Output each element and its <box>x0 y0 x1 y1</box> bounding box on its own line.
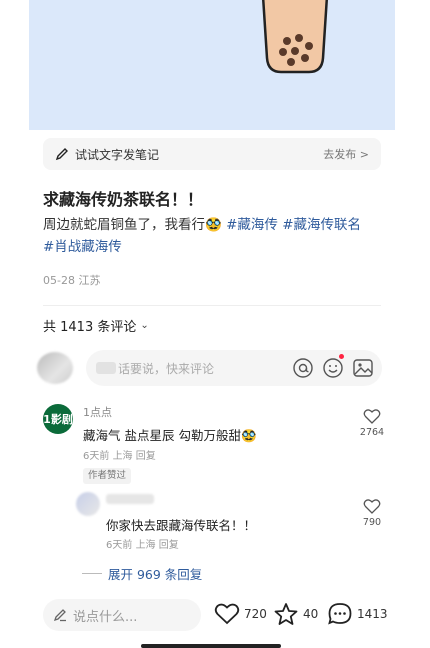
note-location: 江苏 <box>78 274 101 287</box>
reply-button[interactable]: 回复 <box>159 540 179 551</box>
note-date: 05-28 <box>43 274 75 287</box>
reply-text: 你家快去跟藏海传联名！！ <box>106 518 257 533</box>
favorite-button[interactable]: 40 <box>273 602 318 626</box>
note-image[interactable] <box>29 0 395 130</box>
like-button[interactable]: 720 <box>214 602 267 626</box>
comment-time: 6天前 <box>83 451 110 462</box>
note-title: 求藏海传奶茶联名！！ <box>43 190 204 209</box>
comment-bubble-icon <box>328 603 352 625</box>
commenter-name[interactable]: 1点点 <box>83 404 112 420</box>
try-text-note-banner[interactable]: 试试文字发笔记 去发布 > <box>43 138 381 170</box>
bubble-tea-cup-illustration <box>262 0 328 74</box>
comment-like-count: 2764 <box>359 427 385 438</box>
avatar[interactable] <box>37 352 73 384</box>
blurred-text <box>96 362 116 374</box>
bottom-action-bar: 说点什么... 720 40 1413 <box>0 590 430 648</box>
comment-count-sort[interactable]: 共 1413 条评论 ⌄ <box>43 316 149 335</box>
say-something-placeholder: 说点什么... <box>73 609 138 625</box>
avatar[interactable]: 1影剧 <box>43 404 73 434</box>
comment-count: 1413 <box>357 607 388 621</box>
hashtag-link[interactable]: #藏海传 <box>226 217 278 233</box>
divider <box>43 305 381 306</box>
say-something-input[interactable]: 说点什么... <box>43 599 201 631</box>
heart-icon <box>363 499 381 514</box>
try-text-note-label: 试试文字发笔记 <box>75 147 160 162</box>
comment-meta: 6天前 上海 回复 <box>83 447 156 462</box>
comment-location: 上海 <box>112 451 133 462</box>
pen-icon <box>55 148 68 161</box>
hashtag-link[interactable]: #肖战藏海传 <box>43 239 122 255</box>
pen-icon <box>53 609 66 622</box>
heart-icon <box>214 603 240 625</box>
mention-icon[interactable] <box>292 357 314 379</box>
note-emoji: 🥸 <box>205 217 222 233</box>
go-publish-link[interactable]: 去发布 > <box>323 146 369 162</box>
like-count: 720 <box>244 607 267 621</box>
comment-text: 藏海气 盐点星辰 勾勒万般甜🥸 <box>83 425 257 444</box>
comment-input-placeholder: 话要说，快来评论 <box>118 361 215 376</box>
avatar[interactable] <box>76 492 100 516</box>
favorite-count: 40 <box>303 607 319 621</box>
note-body-text: 周边就蛇眉铜鱼了，我看行 <box>43 217 205 233</box>
comment-input[interactable]: 话要说，快来评论 <box>86 350 382 386</box>
note-body: 周边就蛇眉铜鱼了，我看行🥸 #藏海传 #藏海传联名 #肖战藏海传 <box>43 214 388 258</box>
expand-replies-button[interactable]: 展开 969 条回复 <box>82 564 202 583</box>
author-liked-badge: 作者赞过 <box>83 468 132 484</box>
reply-time: 6天前 <box>106 540 133 551</box>
home-indicator[interactable] <box>141 644 281 648</box>
reply-like-button[interactable]: 790 <box>352 498 392 528</box>
reply-meta: 6天前 上海 回复 <box>106 536 179 551</box>
comment-count-label: 共 1413 条评论 <box>43 320 137 335</box>
note-meta: 05-28 江苏 <box>43 272 100 288</box>
reply-like-count: 790 <box>362 517 382 528</box>
heart-icon <box>363 409 381 424</box>
image-icon[interactable] <box>352 357 374 379</box>
reply-location: 上海 <box>135 540 156 551</box>
divider <box>82 573 102 574</box>
comment-emoji: 🥸 <box>240 428 257 443</box>
comment-button[interactable]: 1413 <box>327 602 388 626</box>
emoji-icon[interactable] <box>322 354 344 379</box>
expand-replies-label: 展开 969 条回复 <box>108 567 203 582</box>
hashtag-link[interactable]: #藏海传联名 <box>282 217 361 233</box>
comment-text-body: 藏海气 盐点星辰 勾勒万般甜 <box>83 428 241 443</box>
notification-dot <box>339 354 344 359</box>
reply-commenter-name[interactable] <box>106 494 154 504</box>
reply-button[interactable]: 回复 <box>136 451 156 462</box>
star-icon <box>274 603 298 625</box>
comment-like-button[interactable]: 2764 <box>352 408 392 438</box>
chevron-down-icon: ⌄ <box>140 320 149 331</box>
